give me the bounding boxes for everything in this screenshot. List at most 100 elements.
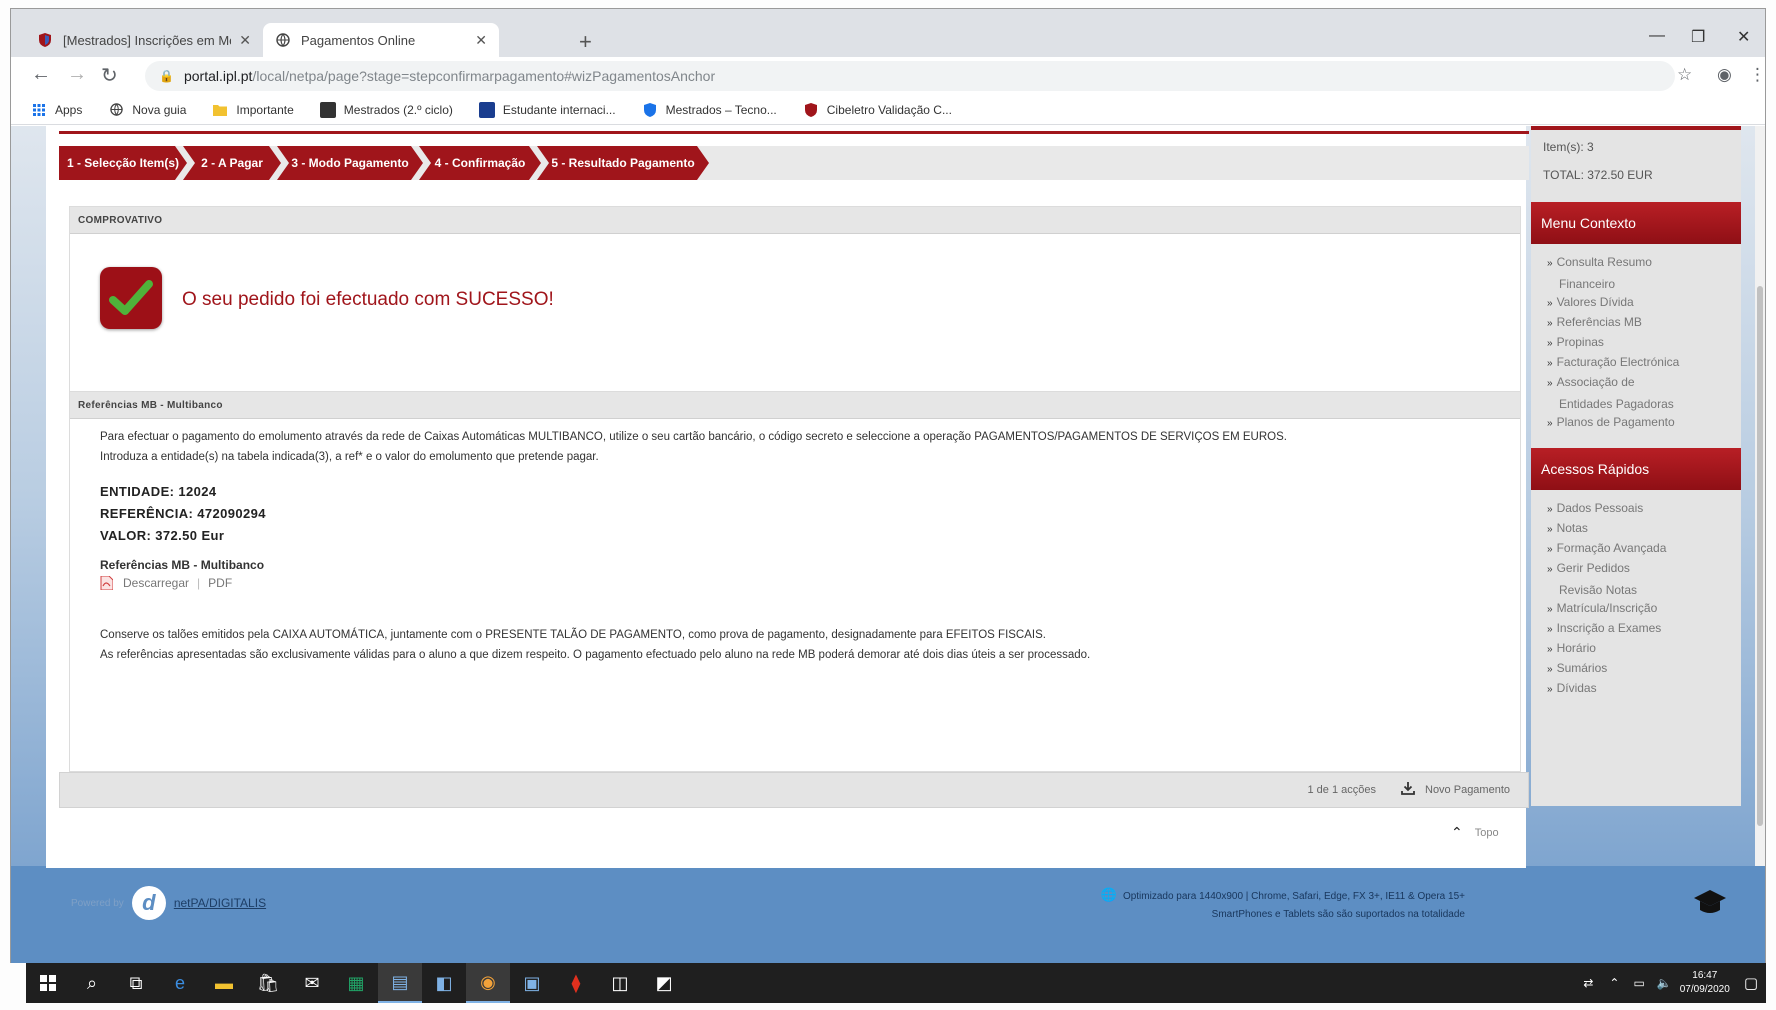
bookmark-mestrados[interactable]: Mestrados (2.º ciclo) bbox=[319, 101, 453, 118]
top-label: Topo bbox=[1474, 826, 1499, 839]
shield-icon bbox=[37, 32, 53, 48]
new-payment-button[interactable]: Novo Pagamento bbox=[1401, 781, 1510, 798]
arrow-icon: » bbox=[1547, 624, 1553, 635]
arrow-icon: » bbox=[1547, 564, 1553, 575]
clock[interactable]: 16:47 07/09/2020 bbox=[1680, 969, 1730, 997]
bookmark-mestrados-tecno[interactable]: Mestrados – Tecno... bbox=[642, 102, 777, 118]
back-to-top-link[interactable]: ⌃ Topo bbox=[1451, 824, 1499, 841]
edge-icon[interactable]: e bbox=[158, 963, 202, 1003]
search-icon[interactable]: ⌕ bbox=[70, 963, 114, 1003]
address-bar[interactable]: 🔒 portal.ipl.pt /local/netpa/page?stage=… bbox=[145, 61, 1675, 91]
app-icon[interactable]: ◩ bbox=[642, 963, 686, 1003]
notifications-icon[interactable]: ▢ bbox=[1744, 974, 1758, 992]
netpa-logo-icon: d bbox=[131, 886, 166, 920]
bookmark-estudante[interactable]: Estudante internaci... bbox=[478, 101, 616, 118]
forward-arrow-icon[interactable]: → bbox=[67, 63, 87, 86]
download-link[interactable]: Descarregar bbox=[123, 576, 189, 590]
windows-start-icon[interactable] bbox=[26, 963, 70, 1003]
menu-item-propinas[interactable]: » Propinas bbox=[1547, 332, 1604, 354]
separator: | bbox=[197, 576, 201, 590]
globe-icon bbox=[108, 102, 124, 118]
quick-item-matricula[interactable]: » Matrícula/Inscrição bbox=[1547, 598, 1657, 620]
file-explorer-icon[interactable]: ▬ bbox=[202, 963, 246, 1003]
wizard-step-2[interactable]: 2 - A Pagar bbox=[183, 146, 281, 180]
profile-icon[interactable]: ◉ bbox=[1717, 65, 1732, 85]
checkmark-icon bbox=[100, 267, 162, 329]
chrome-icon[interactable]: ◉ bbox=[466, 963, 510, 1003]
bookmark-label: Estudante internaci... bbox=[502, 102, 616, 117]
close-window-icon[interactable]: ✕ bbox=[1737, 27, 1750, 47]
menu-item-referencias-mb[interactable]: » Referências MB bbox=[1547, 312, 1642, 334]
battery-icon[interactable]: ▭ bbox=[1633, 976, 1644, 990]
network-icon[interactable]: ⇄ bbox=[1583, 976, 1593, 990]
tab-mestrados[interactable]: [Mestrados] Inscrições em Mes… ✕ bbox=[25, 23, 263, 57]
instruction-text: Introduza a entidade(s) na tabela indica… bbox=[100, 451, 599, 463]
screen: [Mestrados] Inscrições em Mes… ✕ Pagamen… bbox=[0, 0, 1776, 1010]
arrow-icon: » bbox=[1547, 258, 1553, 269]
task-view-icon[interactable]: ⧉ bbox=[114, 963, 158, 1003]
wizard-step-3[interactable]: 3 - Modo Pagamento bbox=[277, 146, 423, 180]
new-tab-icon[interactable]: + bbox=[579, 29, 592, 55]
referencia-value: REFERÊNCIA: 472090294 bbox=[100, 506, 266, 521]
app-icon[interactable]: ◫ bbox=[598, 963, 642, 1003]
kebab-menu-icon[interactable]: ⋮ bbox=[1749, 65, 1766, 85]
bookmarks-bar: Apps Nova guia Importante Mestrados (2.º… bbox=[11, 95, 1765, 125]
bookmark-apps[interactable]: Apps bbox=[31, 102, 82, 118]
teams-icon[interactable]: ◧ bbox=[422, 963, 466, 1003]
sidebar-top-bar bbox=[1531, 126, 1741, 130]
close-icon[interactable]: ✕ bbox=[475, 32, 487, 49]
wizard-step-1[interactable]: 1 - Selecção Item(s) bbox=[59, 146, 187, 180]
bookmark-nova-guia[interactable]: Nova guia bbox=[108, 102, 186, 118]
word-icon[interactable]: ▤ bbox=[378, 963, 422, 1003]
note-text: As referências apresentadas são exclusiv… bbox=[100, 649, 1091, 661]
acrobat-icon[interactable]: ⧫ bbox=[554, 963, 598, 1003]
store-icon[interactable]: 🛍 bbox=[246, 963, 290, 1003]
scrollbar-thumb[interactable] bbox=[1757, 286, 1763, 826]
success-message: O seu pedido foi efectuado com SUCESSO! bbox=[182, 289, 554, 310]
quick-item-dividas[interactable]: » Dívidas bbox=[1547, 678, 1597, 700]
menu-item-associacao[interactable]: » Associação de Entidades Pagadoras bbox=[1547, 372, 1674, 414]
quick-item-formacao[interactable]: » Formação Avançada bbox=[1547, 538, 1666, 560]
page-scrollbar[interactable] bbox=[1755, 126, 1765, 866]
excel-icon[interactable]: ▦ bbox=[334, 963, 378, 1003]
arrow-icon: » bbox=[1547, 644, 1553, 655]
quick-item-horario[interactable]: » Horário bbox=[1547, 638, 1596, 660]
quick-item-sumarios[interactable]: » Sumários bbox=[1547, 658, 1607, 680]
windows-taskbar: ⌕ ⧉ e ▬ 🛍 ✉ ▦ ▤ ◧ ◉ ▣ ⧫ ◫ ◩ ⇄ ⌃ ▭ 🔈 16:4… bbox=[26, 963, 1766, 1003]
bookmark-importante[interactable]: Importante bbox=[212, 102, 294, 118]
bookmark-label: Nova guia bbox=[132, 102, 187, 117]
chevron-up-icon: ⌃ bbox=[1451, 824, 1463, 840]
menu-item-facturacao[interactable]: » Facturação Electrónica bbox=[1547, 352, 1679, 374]
menu-item-consulta-resumo[interactable]: » Consulta Resumo Financeiro bbox=[1547, 252, 1652, 294]
quick-item-dados-pessoais[interactable]: » Dados Pessoais bbox=[1547, 498, 1643, 520]
back-arrow-icon[interactable]: ← bbox=[31, 63, 51, 86]
bookmark-cibeletro[interactable]: Cibeletro Validação C... bbox=[803, 102, 952, 118]
minimize-icon[interactable]: — bbox=[1649, 27, 1665, 45]
app-icon[interactable]: ▣ bbox=[510, 963, 554, 1003]
step-label: 5 - Resultado Pagamento bbox=[551, 156, 695, 170]
header-divider bbox=[59, 131, 1529, 134]
restore-icon[interactable]: ❐ bbox=[1691, 27, 1705, 47]
quick-item-inscricao-exames[interactable]: » Inscrição a Exames bbox=[1547, 618, 1661, 640]
folder-icon bbox=[212, 102, 228, 118]
apps-grid-icon bbox=[31, 102, 47, 118]
tab-pagamentos[interactable]: Pagamentos Online ✕ bbox=[263, 23, 499, 57]
menu-item-planos[interactable]: » Planos de Pagamento bbox=[1547, 412, 1675, 434]
wizard-step-4[interactable]: 4 - Confirmação bbox=[419, 146, 541, 180]
menu-item-valores-divida[interactable]: » Valores Dívida bbox=[1547, 292, 1634, 314]
wizard-step-5[interactable]: 5 - Resultado Pagamento bbox=[537, 146, 709, 180]
graduation-cap-icon bbox=[1693, 888, 1727, 925]
close-icon[interactable]: ✕ bbox=[239, 32, 251, 49]
bookmark-label: Apps bbox=[55, 102, 83, 117]
chevron-up-icon[interactable]: ⌃ bbox=[1609, 976, 1619, 990]
mail-icon[interactable]: ✉ bbox=[290, 963, 334, 1003]
star-icon[interactable]: ☆ bbox=[1677, 65, 1692, 85]
powered-by-label: Powered by bbox=[71, 897, 124, 909]
reload-icon[interactable]: ↻ bbox=[101, 63, 118, 88]
lock-icon: 🔒 bbox=[159, 69, 174, 83]
brand-link[interactable]: netPA/DIGITALIS bbox=[174, 896, 266, 910]
quick-item-notas[interactable]: » Notas bbox=[1547, 518, 1588, 540]
arrow-icon: » bbox=[1547, 504, 1553, 515]
speaker-icon[interactable]: 🔈 bbox=[1657, 976, 1672, 990]
quick-item-gerir-pedidos[interactable]: » Gerir Pedidos Revisão Notas bbox=[1547, 558, 1637, 600]
